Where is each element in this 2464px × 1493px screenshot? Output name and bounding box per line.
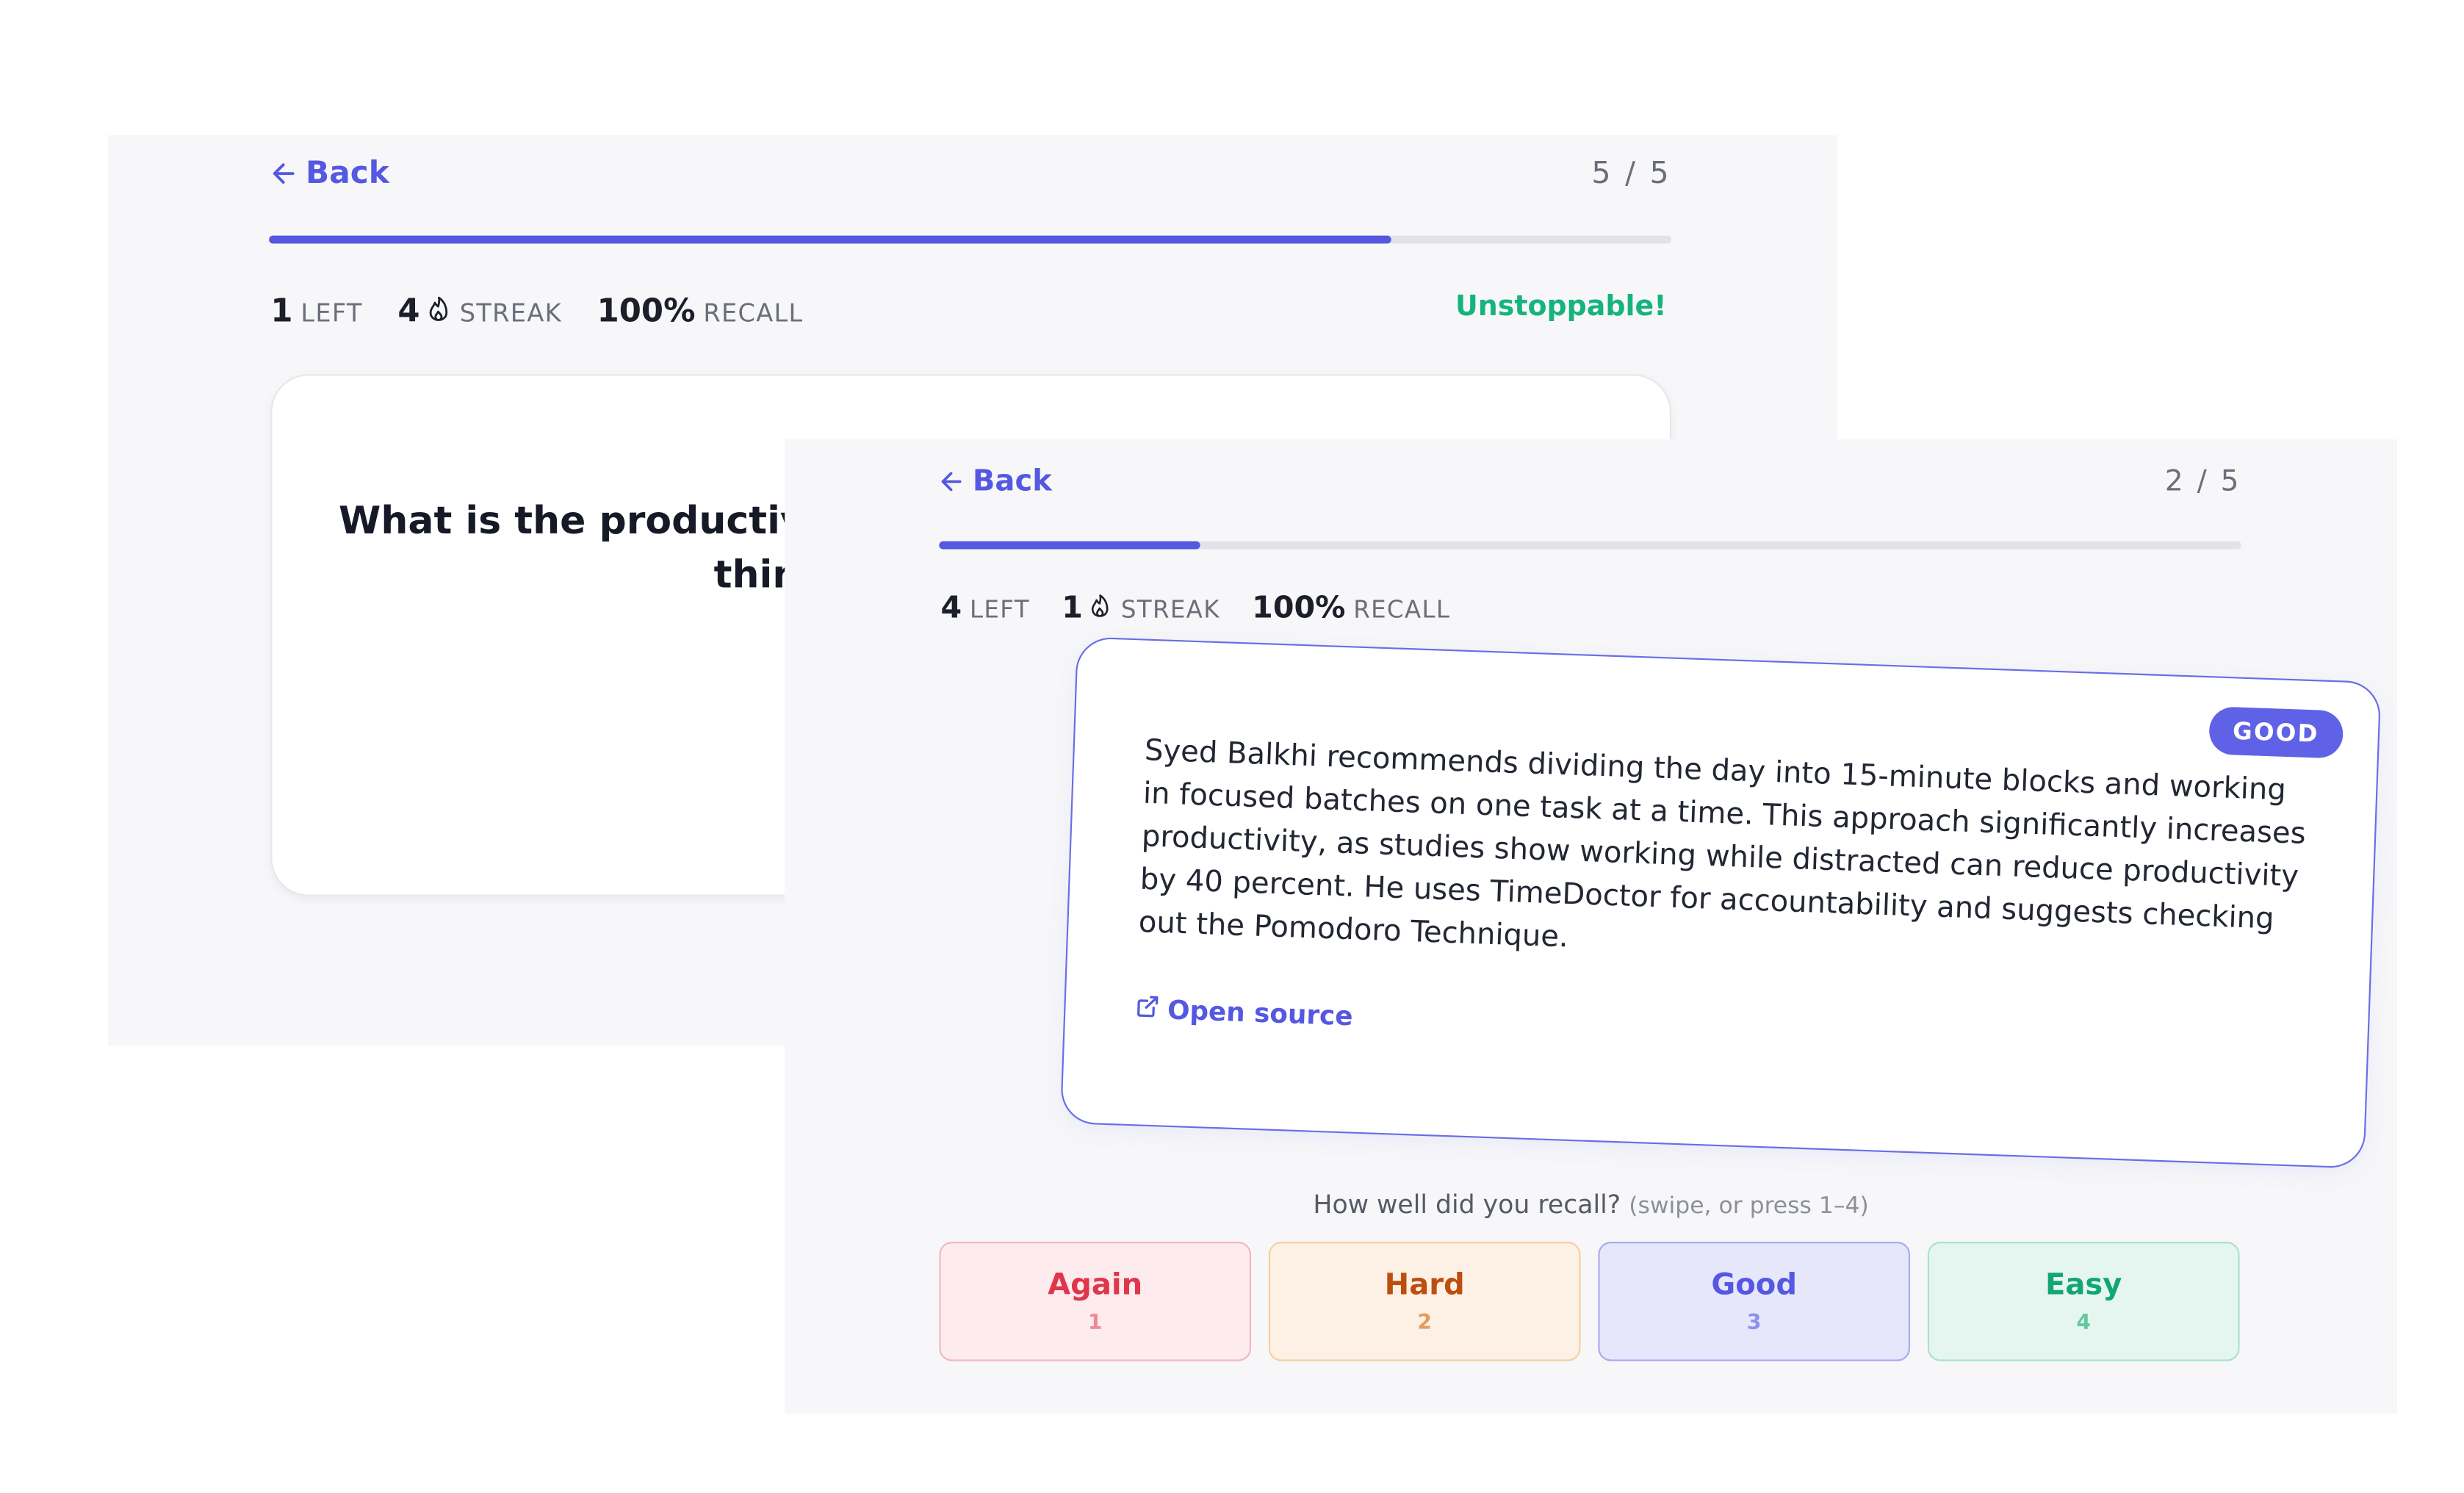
stat-streak-value: 4 [397, 291, 420, 330]
flame-icon [1091, 594, 1110, 624]
open-source-label: Open source [1167, 995, 1354, 1032]
easy-shortcut: 4 [2076, 1311, 2091, 1335]
recall-hint: (swipe, or press 1–4) [1629, 1194, 1869, 1220]
stage: Back 5 / 5 1 LEFT 4 STREAK 100% RECALL U… [0, 0, 2464, 1493]
streak-message: Unstoppable! [1455, 291, 1667, 323]
stat-recall-value: 100% [1252, 590, 1346, 626]
good-label: Good [1711, 1267, 1798, 1302]
hard-label: Hard [1384, 1267, 1465, 1302]
stat-left-value: 4 [940, 590, 962, 626]
recall-question: How well did you recall? [1313, 1189, 1621, 1220]
stat-recall: 100% RECALL [1252, 591, 1450, 626]
easy-label: Easy [2045, 1267, 2122, 1302]
answer-text: Syed Balkhi recommends dividing the day … [1138, 734, 2307, 955]
arrow-left-icon [270, 160, 296, 186]
progress-bar [939, 541, 2241, 550]
back-label: Back [306, 154, 389, 192]
stat-streak-label: STREAK [459, 299, 562, 328]
stat-streak: 4 STREAK [397, 292, 562, 330]
hard-button[interactable]: Hard 2 [1268, 1242, 1581, 1361]
back-button[interactable]: Back [270, 154, 389, 191]
again-label: Again [1048, 1267, 1143, 1302]
recall-prompt: How well did you recall? (swipe, or pres… [785, 1190, 2397, 1220]
screen-current: Back 2 / 5 4 LEFT 1 STREAK 100% RECALL G… [785, 439, 2398, 1414]
stat-left-label: LEFT [970, 595, 1030, 625]
rating-badge: GOOD [2208, 706, 2344, 759]
again-button[interactable]: Again 1 [939, 1242, 1252, 1361]
stats-row: 1 LEFT 4 STREAK 100% RECALL [270, 292, 803, 330]
stats-row: 4 LEFT 1 STREAK 100% RECALL [941, 591, 1451, 626]
stat-streak-value: 1 [1062, 590, 1083, 626]
stat-recall-value: 100% [597, 291, 696, 330]
stat-streak-label: STREAK [1120, 595, 1220, 625]
stat-left-label: LEFT [300, 299, 363, 328]
stat-left: 1 LEFT [270, 292, 362, 330]
rating-buttons: Again 1 Hard 2 Good 3 Easy 4 [939, 1242, 2240, 1361]
arrow-left-icon [939, 470, 963, 494]
stat-recall: 100% RECALL [597, 292, 804, 330]
card-counter: 5 / 5 [1591, 156, 1672, 192]
stat-recall-label: RECALL [703, 299, 804, 328]
again-shortcut: 1 [1087, 1311, 1103, 1335]
back-label: Back [972, 464, 1052, 499]
progress-bar [269, 235, 1672, 244]
back-button[interactable]: Back [939, 464, 1052, 499]
progress-fill [269, 235, 1391, 244]
stat-streak: 1 STREAK [1062, 591, 1220, 626]
stat-left-value: 1 [270, 291, 293, 330]
hard-shortcut: 2 [1417, 1311, 1432, 1335]
easy-button[interactable]: Easy 4 [1927, 1242, 2240, 1361]
card-counter: 2 / 5 [2164, 464, 2241, 499]
answer-card[interactable]: GOOD Syed Balkhi recommends dividing the… [1059, 636, 2382, 1169]
flame-icon [428, 296, 448, 328]
stat-left: 4 LEFT [941, 591, 1030, 626]
good-shortcut: 3 [1746, 1311, 1762, 1335]
progress-fill [939, 541, 1200, 550]
open-source-link[interactable]: Open source [1135, 993, 1354, 1032]
good-button[interactable]: Good 3 [1598, 1242, 1911, 1361]
stat-recall-label: RECALL [1353, 595, 1451, 625]
external-link-icon [1135, 993, 1160, 1024]
